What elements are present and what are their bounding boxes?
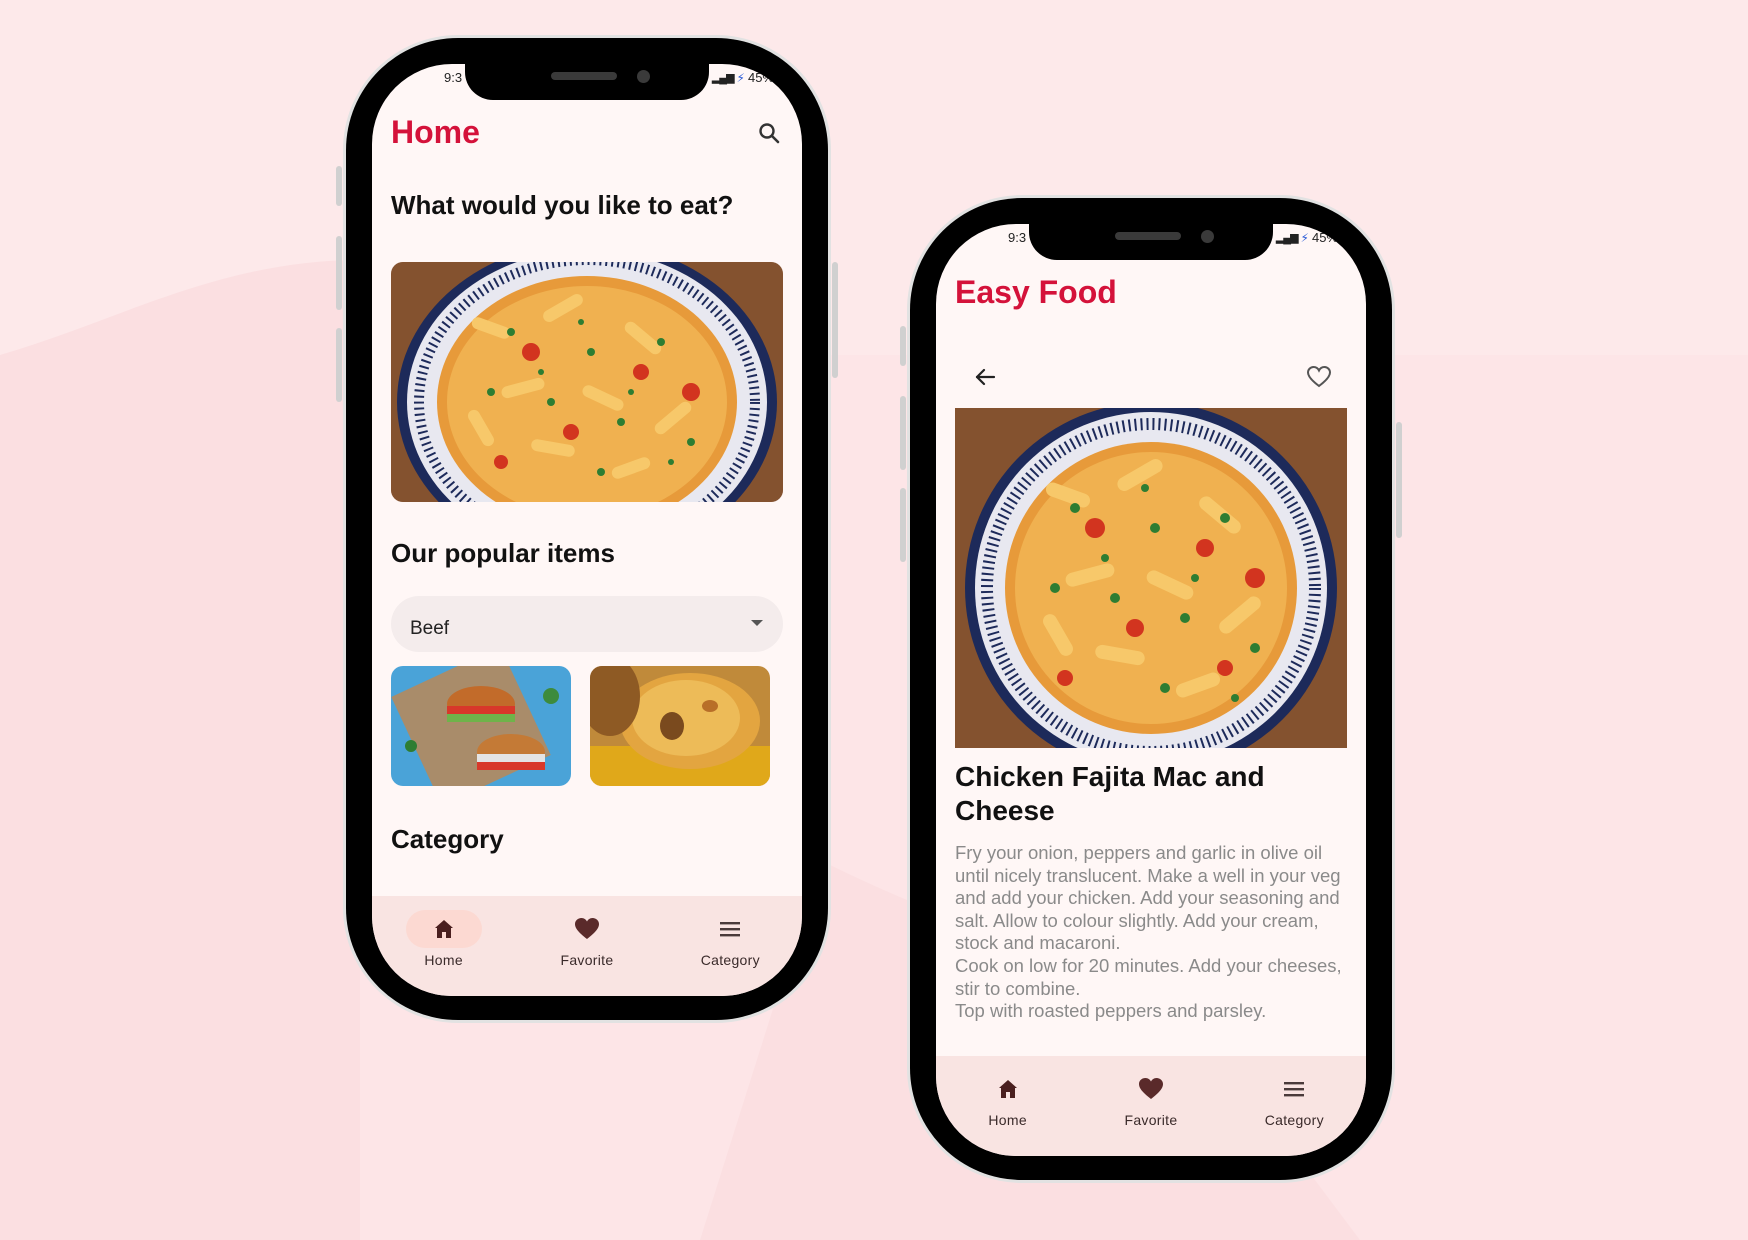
nav-label-category: Category <box>1264 1112 1324 1128</box>
popular-item-card[interactable] <box>391 666 571 786</box>
arrow-left-icon <box>975 368 996 386</box>
menu-icon <box>720 922 741 937</box>
charging-icon: ⚡ <box>1300 230 1309 245</box>
nav-icon-container <box>970 1070 1046 1108</box>
dropdown-arrow-icon <box>751 620 763 626</box>
recipe-title: Chicken Fajita Mac and Cheese <box>955 761 1265 826</box>
nav-item-category[interactable]: Category <box>670 910 790 968</box>
meal-image <box>955 408 1347 748</box>
mute-switch <box>900 326 906 366</box>
volume-down-button <box>900 488 906 562</box>
nav-label-favorite: Favorite <box>1124 1112 1178 1128</box>
popular-items-heading: Our popular items <box>391 538 615 568</box>
signal-icon: ▂▄▆ <box>1275 232 1299 244</box>
page-title: Home <box>391 114 480 150</box>
status-indicators: ▂▄▆ ⚡ 45% <box>712 70 774 85</box>
app-title: Easy Food <box>955 274 1117 310</box>
roast-chicken-image <box>590 666 770 786</box>
power-button <box>1396 422 1402 538</box>
nav-icon-container <box>1113 1070 1189 1108</box>
nav-label-category: Category <box>700 952 760 968</box>
front-camera <box>637 70 650 83</box>
category-dropdown[interactable]: Beef <box>391 596 783 652</box>
category-heading: Category <box>391 824 504 854</box>
status-time: 9:3 <box>444 70 463 85</box>
volume-up-button <box>336 236 342 310</box>
nav-label-home: Home <box>988 1112 1027 1128</box>
random-meal-image[interactable] <box>391 262 783 502</box>
recipe-instructions: Fry your onion, peppers and garlic in ol… <box>955 842 1342 1022</box>
dropdown-selected-value: Beef <box>410 618 450 639</box>
bottom-navigation: Home Favorite Category <box>372 896 802 996</box>
nav-active-indicator <box>405 910 482 948</box>
speaker <box>551 72 617 80</box>
mute-switch <box>336 166 342 206</box>
home-icon <box>998 1080 1017 1098</box>
power-button <box>832 262 838 378</box>
question-heading: What would you like to eat? <box>391 190 734 220</box>
favorite-button[interactable] <box>1304 362 1334 392</box>
search-icon <box>759 123 780 144</box>
notch <box>465 64 709 100</box>
back-button[interactable] <box>970 362 1000 392</box>
phone-home: 9:3 ▂▄▆ ⚡ 45% Home What would you like t… <box>336 38 838 1020</box>
volume-down-button <box>336 328 342 402</box>
phone-detail: 9:3 ▂▄▆ ⚡ 45% Easy Food Chicken Fajita M… <box>900 198 1402 1180</box>
home-screen: 9:3 ▂▄▆ ⚡ 45% Home What would you like t… <box>372 64 802 996</box>
speaker <box>1115 232 1181 240</box>
nav-item-category[interactable]: Category <box>1234 1070 1354 1128</box>
charging-icon: ⚡ <box>736 70 745 85</box>
nav-item-favorite[interactable]: Favorite <box>527 910 647 968</box>
nav-icon-container <box>692 910 768 948</box>
nav-item-home[interactable]: Home <box>384 910 504 968</box>
search-button[interactable] <box>754 118 784 148</box>
status-time: 9:3 <box>1008 230 1027 245</box>
nav-item-favorite[interactable]: Favorite <box>1091 1070 1211 1128</box>
pasta-dish-image <box>391 262 783 502</box>
burger-image <box>391 666 571 786</box>
detail-screen: 9:3 ▂▄▆ ⚡ 45% Easy Food Chicken Fajita M… <box>936 224 1366 1156</box>
pasta-dish-image <box>955 408 1347 748</box>
status-indicators: ▂▄▆ ⚡ 45% <box>1276 230 1338 245</box>
home-icon <box>434 920 453 938</box>
menu-icon <box>1284 1082 1305 1097</box>
volume-up-button <box>900 396 906 470</box>
battery-level: 45% <box>1311 230 1338 245</box>
front-camera <box>1201 230 1214 243</box>
nav-label-favorite: Favorite <box>560 952 614 968</box>
nav-item-home[interactable]: Home <box>948 1070 1068 1128</box>
nav-icon-container <box>549 910 625 948</box>
popular-item-card[interactable] <box>590 666 770 786</box>
background-shapes <box>0 260 1748 1240</box>
battery-level: 45% <box>747 70 774 85</box>
signal-icon: ▂▄▆ <box>711 72 735 84</box>
bottom-navigation: Home Favorite Category <box>936 1056 1366 1156</box>
heart-outline-icon <box>1306 365 1332 388</box>
notch <box>1029 224 1273 260</box>
nav-label-home: Home <box>424 952 463 968</box>
heart-icon <box>1138 1078 1163 1099</box>
nav-icon-container <box>1256 1070 1332 1108</box>
heart-icon <box>574 918 599 939</box>
